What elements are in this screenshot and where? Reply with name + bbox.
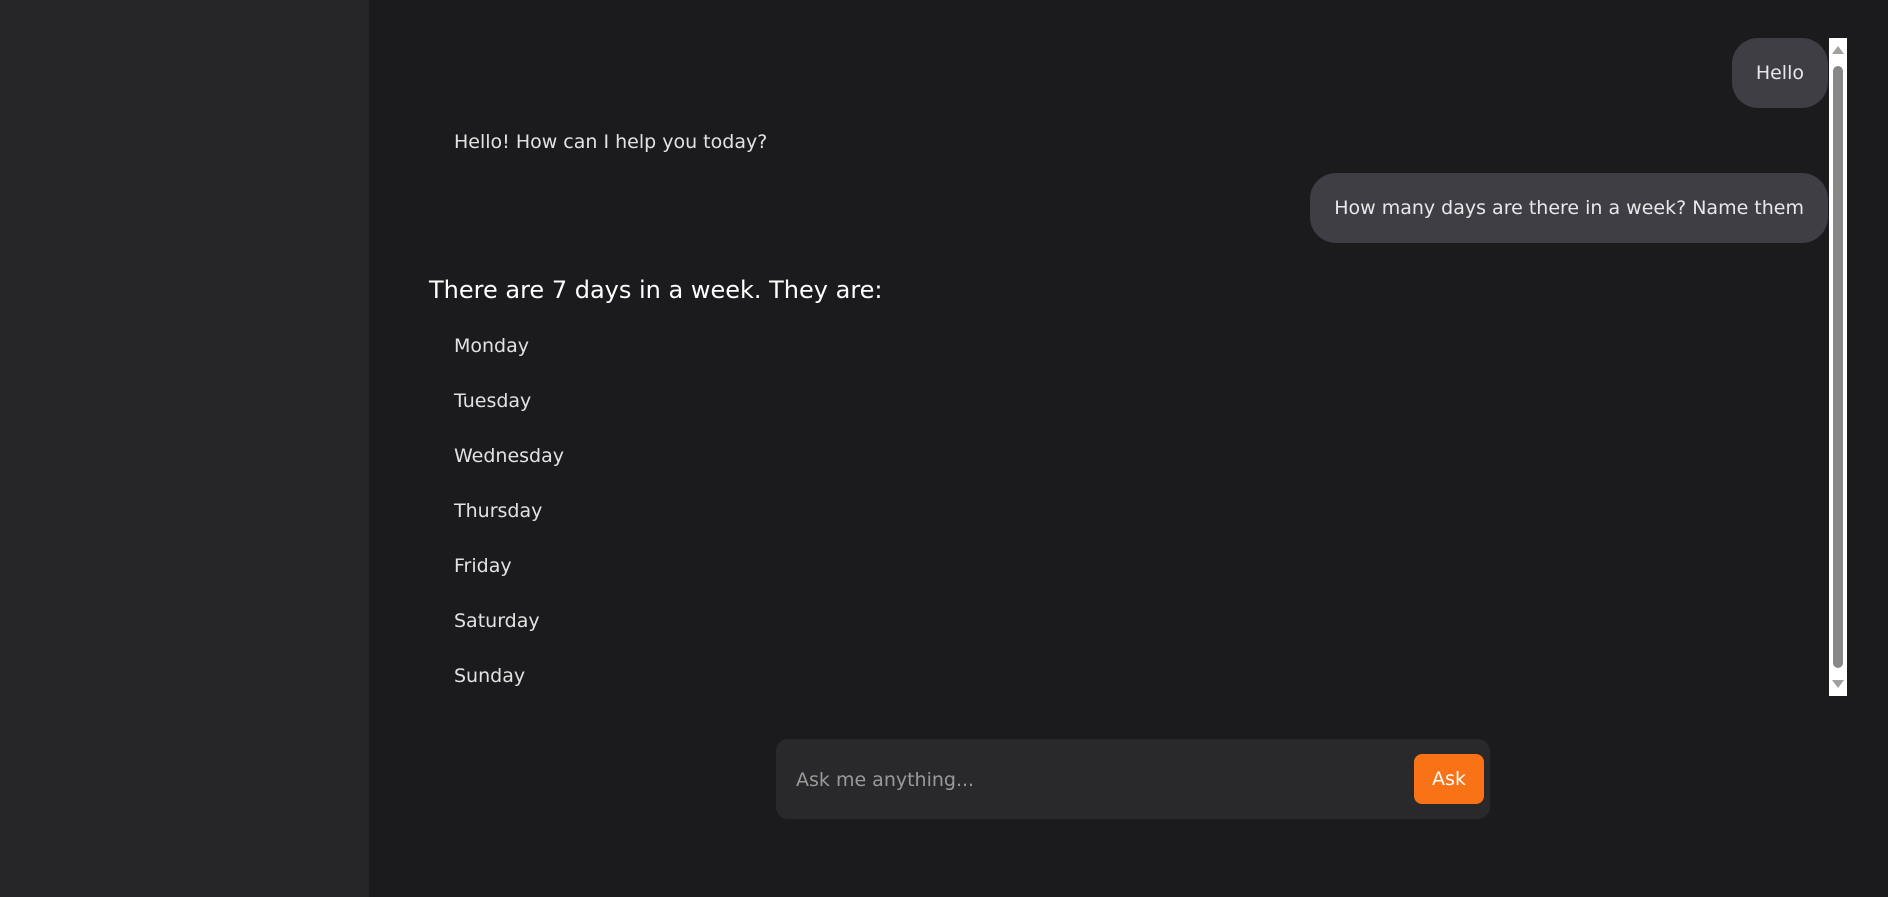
user-message-text: Hello [1755, 62, 1804, 84]
list-item: Wednesday [454, 445, 565, 467]
scroll-up-icon[interactable] [1832, 46, 1844, 54]
list-item: Tuesday [454, 390, 532, 412]
scrollbar-thumb[interactable] [1833, 66, 1843, 668]
ask-input[interactable] [794, 759, 1378, 801]
sidebar [0, 0, 369, 897]
assistant-message: Hello! How can I help you today? [454, 131, 768, 153]
user-message-text: How many days are there in a week? Name … [1334, 197, 1804, 219]
list-item: Sunday [454, 665, 526, 687]
user-message: How many days are there in a week? Name … [1310, 173, 1828, 243]
list-item: Friday [454, 555, 512, 577]
message-composer: Ask [776, 739, 1490, 819]
list-item: Saturday [454, 610, 540, 632]
scroll-down-icon[interactable] [1832, 680, 1844, 688]
ask-button[interactable]: Ask [1414, 754, 1484, 804]
chat-scrollbar[interactable] [1829, 38, 1847, 696]
chat-app: Hello Hello! How can I help you today? H… [0, 0, 1888, 897]
assistant-message-heading: There are 7 days in a week. They are: [429, 276, 883, 304]
list-item: Thursday [454, 500, 543, 522]
assistant-day-list: Monday Tuesday Wednesday Thursday Friday… [454, 337, 564, 696]
user-message: Hello [1731, 38, 1828, 108]
list-item: Monday [454, 335, 530, 357]
chat-messages: Hello Hello! How can I help you today? H… [369, 38, 1847, 696]
